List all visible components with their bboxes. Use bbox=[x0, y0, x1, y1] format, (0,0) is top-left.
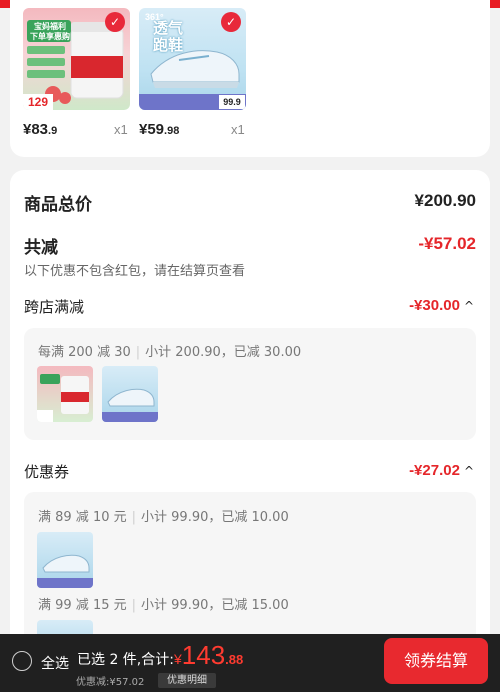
cross-store-rule-line: 每满 200 减 30 | 小计 200.90，已减 30.00 bbox=[38, 341, 301, 360]
item-check-icon[interactable]: ✓ bbox=[221, 12, 241, 32]
subtotal-text: 小计 99.90，已减 10.00 bbox=[141, 510, 289, 525]
price-integer: ¥83 bbox=[23, 121, 49, 138]
subtotal-text: 小计 99.90，已减 15.00 bbox=[141, 598, 289, 613]
mini-milk-image bbox=[37, 374, 89, 422]
total-discount-value: -¥57.02 bbox=[418, 234, 476, 253]
chevron-up-icon: ^ bbox=[463, 298, 474, 313]
mini-shoes-image bbox=[102, 388, 158, 422]
subtotal-text: 小计 200.90，已减 30.00 bbox=[145, 345, 302, 360]
mini-thumbnail-milk-powder bbox=[37, 366, 93, 422]
separator: | bbox=[131, 510, 137, 525]
discount-detail-button[interactable]: 优惠明细 bbox=[158, 673, 216, 688]
selected-count: 已选 2 件, bbox=[77, 652, 142, 668]
checkout-button[interactable]: 领券结算 bbox=[384, 638, 488, 684]
total-integer: 143 bbox=[181, 640, 226, 670]
cross-store-discount-toggle[interactable]: -¥30.00 ^ bbox=[409, 297, 474, 314]
select-all-radio[interactable] bbox=[12, 651, 32, 671]
discount-summary-text: 优惠减:¥57.02 bbox=[76, 677, 145, 688]
total-discount-label: 共减 bbox=[24, 238, 58, 258]
promo-price-badge: 99.9 bbox=[219, 95, 245, 109]
promo-price-badge: 129 bbox=[23, 94, 53, 110]
cross-store-detail-box: 每满 200 减 30 | 小计 200.90，已减 30.00 bbox=[24, 328, 476, 440]
rule-text: 满 89 减 10 元 bbox=[38, 510, 127, 525]
selected-summary: 已选 2 件, 合计: ¥ 143 .88 bbox=[77, 640, 243, 671]
discount-note: 以下优惠不包含红包，请在结算页查看 bbox=[24, 264, 246, 279]
image-text-line: 宝妈福利 bbox=[34, 22, 66, 31]
coupon-discount-label[interactable]: 优惠券 bbox=[24, 461, 69, 482]
total-decimal: .88 bbox=[225, 652, 244, 667]
cart-items-card: 宝妈福利 下单享惠购 129 ✓ ¥83.9 x1 361° 透气 跑鞋 99.… bbox=[10, 0, 490, 157]
price-integer: ¥59 bbox=[139, 121, 165, 138]
item-price: ¥83.9 bbox=[23, 121, 57, 139]
item-price: ¥59.98 bbox=[139, 121, 179, 139]
cross-store-discount-value: -¥30.00 bbox=[409, 297, 460, 314]
item-quantity: x1 bbox=[114, 122, 128, 137]
image-text-line: 下单享惠购 bbox=[30, 32, 70, 41]
image-text-line: 透气 bbox=[153, 19, 184, 37]
cross-store-discount-label[interactable]: 跨店满减 bbox=[24, 296, 84, 317]
separator: | bbox=[135, 345, 141, 360]
image-text-line: 跑鞋 bbox=[153, 36, 184, 54]
price-decimal: .98 bbox=[164, 125, 180, 137]
mini-thumbnail-shoes bbox=[102, 366, 158, 422]
coupon-discount-value: -¥27.02 bbox=[409, 462, 460, 479]
milk-powder-image-text: 宝妈福利 下单享惠购 bbox=[28, 22, 72, 42]
separator: | bbox=[131, 598, 137, 613]
select-all-label[interactable]: 全选 bbox=[41, 653, 69, 673]
chevron-up-icon: ^ bbox=[463, 463, 474, 478]
rule-text: 满 99 减 15 元 bbox=[38, 598, 127, 613]
shoes-image-text: 透气 跑鞋 bbox=[153, 20, 183, 54]
total-price-label: 商品总价 bbox=[24, 195, 92, 215]
checkout-bar: 全选 已选 2 件, 合计: ¥ 143 .88 优惠减:¥57.02 优惠明细… bbox=[0, 634, 500, 692]
coupon-detail-box: 满 89 减 10 元 | 小计 99.90，已减 10.00 满 99 减 15 … bbox=[24, 492, 476, 640]
item-check-icon[interactable]: ✓ bbox=[105, 12, 125, 32]
total-label: 合计: bbox=[141, 652, 174, 668]
total-price-value: ¥200.90 bbox=[414, 191, 476, 210]
rule-text: 每满 200 减 30 bbox=[38, 345, 131, 360]
price-decimal: .9 bbox=[48, 125, 58, 137]
mini-thumbnail-shoes bbox=[37, 532, 93, 588]
item-quantity: x1 bbox=[231, 122, 245, 137]
coupon-rule-line: 满 99 减 15 元 | 小计 99.90，已减 15.00 bbox=[38, 594, 289, 613]
coupon-rule-line: 满 89 减 10 元 | 小计 99.90，已减 10.00 bbox=[38, 506, 289, 525]
discount-summary-card: 商品总价 ¥200.90 共减 -¥57.02 以下优惠不包含红包，请在结算页查… bbox=[10, 170, 490, 640]
mini-shoes-image bbox=[37, 554, 93, 588]
total-currency: ¥ bbox=[173, 651, 182, 667]
coupon-discount-toggle[interactable]: -¥27.02 ^ bbox=[409, 462, 474, 479]
